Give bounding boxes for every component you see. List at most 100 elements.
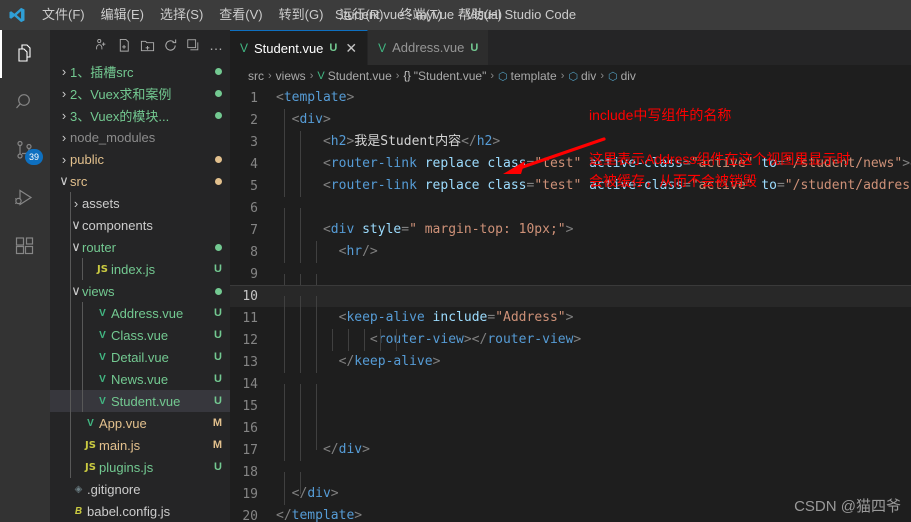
menu-run[interactable]: 运行(R)	[331, 0, 391, 30]
menu-help[interactable]: 帮助(H)	[450, 0, 510, 30]
tree-item-babel.config.js[interactable]: Bbabel.config.js	[50, 500, 230, 522]
new-file-icon[interactable]	[116, 37, 132, 53]
breadcrumb-item-0[interactable]: src	[248, 69, 264, 83]
breadcrumb-separator: ›	[309, 70, 314, 82]
tree-item-1-src[interactable]: › 1、插槽src	[50, 60, 230, 82]
activity-run-debug[interactable]	[0, 174, 50, 222]
tree-item-assets[interactable]: › assets	[50, 192, 230, 214]
chevron-down-icon[interactable]: ∨	[70, 217, 82, 233]
line-number: 16	[242, 420, 258, 436]
collapse-all-icon[interactable]	[185, 37, 201, 53]
menu-edit[interactable]: 编辑(E)	[93, 0, 152, 30]
vue-file-icon: V	[240, 41, 249, 55]
chevron-right-icon[interactable]: ›	[58, 130, 70, 145]
code-indent-guide	[284, 439, 285, 461]
tree-item-3-vuex-...[interactable]: › 3、Vuex的模块...	[50, 104, 230, 126]
code-line[interactable]: 1 <template>	[230, 87, 911, 109]
menu-bar[interactable]: 文件(F) 编辑(E) 选择(S) 查看(V) 转到(G) 运行(R) 终端(T…	[34, 0, 510, 30]
tree-item-2-vuex-[interactable]: › 2、Vuex求和案例	[50, 82, 230, 104]
vue-file-icon: V	[87, 417, 94, 429]
file-tree[interactable]: › 1、插槽src › 2、Vuex求和案例 › 3、Vuex的模块... › node_mo…	[50, 60, 230, 522]
code-indent-guide	[284, 329, 285, 351]
js-file-icon: JS	[97, 263, 108, 275]
tree-indent-guide	[70, 192, 71, 214]
tab-address-vue[interactable]: V Address.vue U	[368, 30, 490, 65]
tree-item-label: index.js	[111, 261, 156, 277]
code-line[interactable]: 10	[230, 285, 911, 318]
tree-item-class.vue[interactable]: V Class.vue U	[50, 324, 230, 346]
code-line[interactable]: 13 </keep-alive>	[230, 351, 911, 373]
code-token: include	[424, 310, 488, 325]
tree-item-node-modules[interactable]: › node_modules	[50, 126, 230, 148]
activity-explorer[interactable]	[0, 30, 50, 78]
js-file-icon: JS	[85, 439, 96, 451]
line-number: 11	[242, 310, 258, 326]
code-line[interactable]: 9	[230, 263, 911, 296]
activity-extensions[interactable]	[0, 222, 50, 270]
person-add-icon[interactable]	[93, 37, 109, 53]
activity-source-control[interactable]: 39	[0, 126, 50, 174]
code-line[interactable]: 5 <router-link replace class="test" acti…	[230, 175, 911, 197]
close-icon[interactable]: ✕	[345, 41, 357, 55]
tree-item-plugins.js[interactable]: JS plugins.js U	[50, 456, 230, 478]
code-line[interactable]: 12 <router-view></router-view>	[230, 329, 911, 351]
chevron-down-icon[interactable]: ∨	[70, 283, 82, 299]
tree-item-router[interactable]: ∨ router	[50, 236, 230, 258]
breadcrumb-item-2[interactable]: V Student.vue	[317, 69, 391, 83]
code-line[interactable]: 17 </div>	[230, 439, 911, 461]
code-token: hr	[346, 244, 363, 259]
code-indent-guide	[300, 175, 301, 197]
breadcrumb-item-5[interactable]: ⬡ div	[568, 69, 596, 83]
code-line[interactable]: 2 <div>	[230, 109, 911, 131]
tree-item-app.vue[interactable]: V App.vue M	[50, 412, 230, 434]
tree-indent-guide	[70, 456, 71, 478]
breadcrumb[interactable]: src › views › V Student.vue ›{} "Student.vue" › ⬡…	[230, 65, 911, 87]
tree-item-address.vue[interactable]: V Address.vue U	[50, 302, 230, 324]
code-token: keep-alive	[354, 354, 433, 369]
chevron-right-icon[interactable]: ›	[70, 196, 82, 211]
code-token: h2	[476, 134, 493, 149]
tree-item-views[interactable]: ∨ views	[50, 280, 230, 302]
code-line[interactable]: 6	[230, 197, 911, 230]
line-number: 6	[250, 200, 258, 216]
code-line[interactable]: 14	[230, 373, 911, 406]
code-line[interactable]: 15	[230, 395, 911, 428]
menu-view[interactable]: 查看(V)	[211, 0, 270, 30]
chevron-right-icon[interactable]: ›	[58, 152, 70, 167]
tree-item-news.vue[interactable]: V News.vue U	[50, 368, 230, 390]
code-line[interactable]: 18	[230, 461, 911, 494]
menu-selection[interactable]: 选择(S)	[152, 0, 211, 30]
tree-item-student.vue[interactable]: V Student.vue U	[50, 390, 230, 412]
menu-go[interactable]: 转到(G)	[271, 0, 332, 30]
breadcrumb-item-4[interactable]: ⬡ template	[498, 69, 557, 83]
tree-item-index.js[interactable]: JS index.js U	[50, 258, 230, 280]
git-status-letter: U	[214, 351, 222, 363]
code-line[interactable]: 11 <keep-alive include="Address">	[230, 307, 911, 329]
code-line[interactable]: 16	[230, 417, 911, 450]
tree-item-detail.vue[interactable]: V Detail.vue U	[50, 346, 230, 368]
chevron-down-icon[interactable]: ∨	[70, 239, 82, 255]
breadcrumb-item-3[interactable]: {} "Student.vue"	[403, 69, 486, 83]
chevron-down-icon[interactable]: ∨	[58, 173, 70, 189]
code-indent-guide	[300, 241, 301, 263]
tree-item-components[interactable]: ∨ components	[50, 214, 230, 236]
breadcrumb-item-6[interactable]: ⬡ div	[608, 69, 636, 83]
tree-item-.gitignore[interactable]: ◈ .gitignore	[50, 478, 230, 500]
code-line[interactable]: 7 <div style=" margin-top: 10px;">	[230, 219, 911, 241]
refresh-icon[interactable]	[162, 37, 178, 53]
menu-terminal[interactable]: 终端(T)	[391, 0, 450, 30]
tab-student-vue[interactable]: V Student.vue U ✕	[230, 30, 369, 65]
tree-item-public[interactable]: › public	[50, 148, 230, 170]
chevron-right-icon[interactable]: ›	[58, 108, 70, 123]
chevron-right-icon[interactable]: ›	[58, 86, 70, 101]
code-line[interactable]: 8 <hr/>	[230, 241, 911, 263]
chevron-right-icon[interactable]: ›	[58, 64, 70, 79]
tree-item-main.js[interactable]: JS main.js M	[50, 434, 230, 456]
new-folder-icon[interactable]	[139, 37, 155, 53]
menu-file[interactable]: 文件(F)	[34, 0, 93, 30]
code-editor[interactable]: 1 <template> 2 <div> 3 <h2>我是Student内容</h2>…	[230, 87, 911, 522]
tree-item-src[interactable]: ∨ src	[50, 170, 230, 192]
activity-search[interactable]	[0, 78, 50, 126]
more-actions-icon[interactable]: …	[208, 37, 224, 53]
breadcrumb-item-1[interactable]: views	[276, 69, 306, 83]
